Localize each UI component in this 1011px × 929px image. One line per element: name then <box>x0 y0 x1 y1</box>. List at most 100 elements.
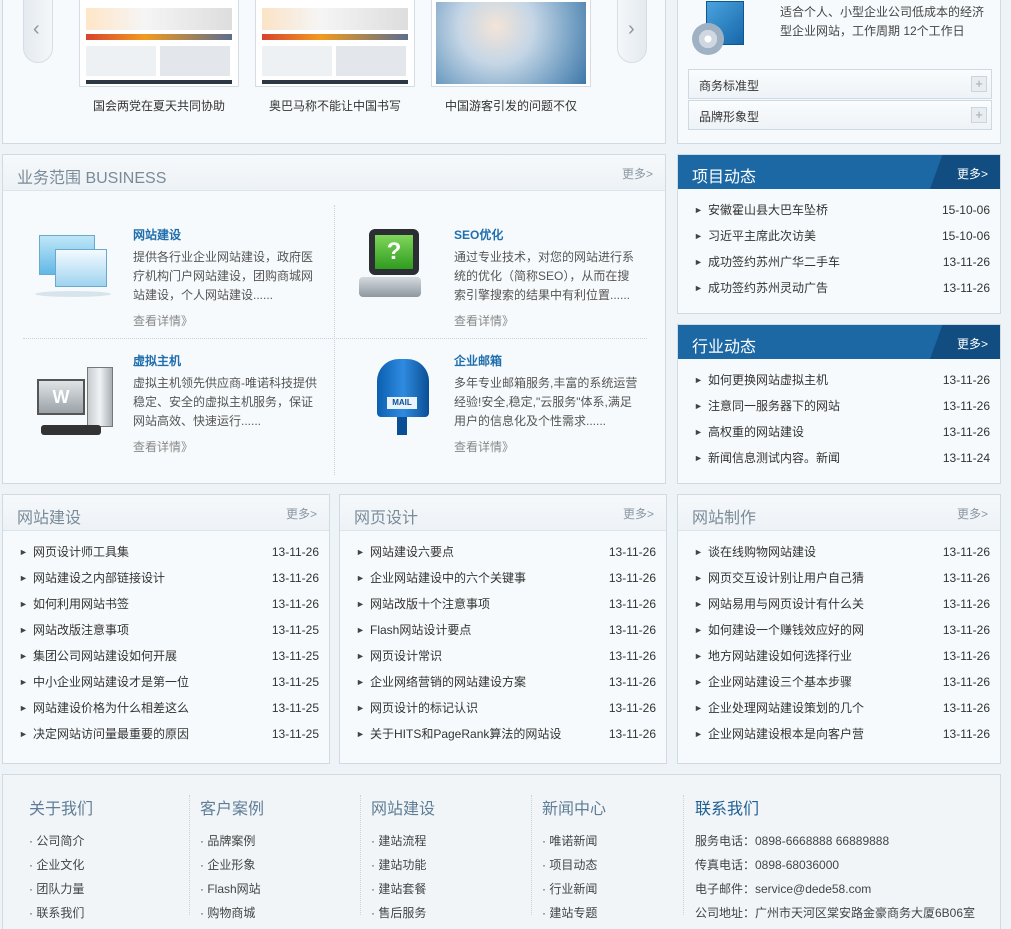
service-more-email[interactable]: 查看详情》 <box>454 438 514 455</box>
footer-link[interactable]: · 建站功能 <box>371 853 435 877</box>
article-link[interactable]: 决定网站访问量最重要的原因 <box>33 721 189 747</box>
gallery-thumb-3[interactable] <box>431 0 591 87</box>
article-link[interactable]: 关于HITS和PageRank算法的网站设 <box>370 721 561 747</box>
article-link[interactable]: 企业网络营销的网站建设方案 <box>370 669 526 695</box>
article-link[interactable]: 网站改版注意事项 <box>33 617 129 643</box>
footer-link[interactable]: · 建站套餐 <box>371 877 435 901</box>
news-link[interactable]: 新闻信息测试内容。新闻 <box>708 445 840 471</box>
list-item: ► 注意同一服务器下的网站 13-11-26 <box>678 393 1000 419</box>
article-link[interactable]: 企业网站建设三个基本步骤 <box>708 669 852 695</box>
article-link[interactable]: 谈在线购物网站建设 <box>708 539 816 565</box>
web-design-more-link[interactable]: 更多> <box>623 505 654 522</box>
contact-email[interactable]: 电子邮件：service@dede58.com <box>695 877 975 901</box>
news-link[interactable]: 成功签约苏州广华二手车 <box>708 249 840 275</box>
article-link[interactable]: 网站易用与网页设计有什么关 <box>708 591 864 617</box>
option-row-brand[interactable]: 品牌形象型 + <box>688 100 992 130</box>
prev-arrow-button[interactable]: ‹ <box>23 0 53 63</box>
article-link[interactable]: 网页设计常识 <box>370 643 442 669</box>
footer-link[interactable]: · 项目动态 <box>542 853 606 877</box>
website-build-more-link[interactable]: 更多> <box>286 505 317 522</box>
next-arrow-button[interactable]: › <box>617 0 647 63</box>
article-date: 13-11-26 <box>608 701 656 715</box>
article-link[interactable]: 网站改版十个注意事项 <box>370 591 490 617</box>
footer-link[interactable]: · 企业形象 <box>200 853 264 877</box>
gallery-caption-2[interactable]: 奥巴马称不能让中国书写 <box>250 97 420 114</box>
footer-link[interactable]: · Flash网站 <box>200 877 264 901</box>
news-link[interactable]: 成功签约苏州灵动广告 <box>708 275 828 301</box>
article-link[interactable]: 企业网站建设中的六个关键事 <box>370 565 526 591</box>
list-item: ► 网页设计师工具集 13-11-26 <box>3 539 329 565</box>
bullet-arrow-icon: ► <box>19 573 28 583</box>
news-link[interactable]: 如何更换网站虚拟主机 <box>708 367 828 393</box>
footer-link[interactable]: · 品牌案例 <box>200 829 264 853</box>
article-link[interactable]: 地方网站建设如何选择行业 <box>708 643 852 669</box>
article-date: 13-11-25 <box>271 649 319 663</box>
article-link[interactable]: 如何建设一个赚钱效应好的网 <box>708 617 864 643</box>
list-item: ► Flash网站设计要点 13-11-26 <box>340 617 666 643</box>
bullet-arrow-icon: ► <box>694 375 703 385</box>
bullet-arrow-icon: ► <box>356 703 365 713</box>
footer-link[interactable]: · 行业新闻 <box>542 877 606 901</box>
list-item: ► 谈在线购物网站建设 13-11-26 <box>678 539 1000 565</box>
article-link[interactable]: 企业网站建设根本是向客户营 <box>708 721 864 747</box>
footer-col-cases: 客户案例 · 品牌案例 · 企业形象 · Flash网站 · 购物商城 <box>200 795 264 925</box>
article-link[interactable]: 网页设计的标记认识 <box>370 695 478 721</box>
article-link[interactable]: 网站建设六要点 <box>370 539 454 565</box>
news-date: 15-10-06 <box>941 229 990 243</box>
footer-link[interactable]: · 建站专题 <box>542 901 606 925</box>
footer-link[interactable]: · 唯诺新闻 <box>542 829 606 853</box>
footer-link[interactable]: · 售后服务 <box>371 901 435 925</box>
article-date: 13-11-25 <box>271 675 319 689</box>
website-build-panel: 网站建设 更多> ► 网页设计师工具集 13-11-26 ► 网站建设之内部链接设计 1… <box>2 494 330 764</box>
project-news-more-link[interactable]: 更多> <box>957 165 988 182</box>
gallery-thumb-2[interactable] <box>255 0 415 87</box>
gallery-thumb-1[interactable] <box>79 0 239 87</box>
service-title-email[interactable]: 企业邮箱 <box>454 352 502 369</box>
service-title-seo[interactable]: SEO优化 <box>454 226 503 243</box>
service-more-website[interactable]: 查看详情》 <box>133 312 193 329</box>
article-link[interactable]: 集团公司网站建设如何开展 <box>33 643 177 669</box>
footer-link[interactable]: · 建站流程 <box>371 829 435 853</box>
bullet-arrow-icon: ► <box>694 205 703 215</box>
footer-divider <box>360 795 361 915</box>
news-link[interactable]: 注意同一服务器下的网站 <box>708 393 840 419</box>
article-link[interactable]: 网页交互设计别让用户自己猜 <box>708 565 864 591</box>
business-more-link[interactable]: 更多> <box>622 165 653 182</box>
plus-icon[interactable]: + <box>971 107 987 123</box>
option-row-business[interactable]: 商务标准型 + <box>688 69 992 99</box>
mailbox-icon: MAIL <box>373 359 433 435</box>
service-title-hosting[interactable]: 虚拟主机 <box>133 352 181 369</box>
list-item: ► 中小企业网站建设才是第一位 13-11-25 <box>3 669 329 695</box>
project-news-header: 项目动态 更多> <box>678 155 1000 189</box>
footer-link[interactable]: · 团队力量 <box>29 877 93 901</box>
plus-icon[interactable]: + <box>971 76 987 92</box>
article-link[interactable]: 中小企业网站建设才是第一位 <box>33 669 189 695</box>
option-label: 品牌形象型 <box>699 110 760 124</box>
chevron-left-icon: ‹ <box>33 18 40 40</box>
bullet-arrow-icon: ► <box>694 573 703 583</box>
footer-link[interactable]: · 购物商城 <box>200 901 264 925</box>
article-link[interactable]: 企业处理网站建设策划的几个 <box>708 695 864 721</box>
industry-news-panel: 行业动态 更多> ► 如何更换网站虚拟主机 13-11-26 ► 注意同一服务器下的网… <box>677 324 1001 484</box>
footer-link[interactable]: · 公司简介 <box>29 829 93 853</box>
article-link[interactable]: 网站建设价格为什么相差这么 <box>33 695 189 721</box>
service-title-website[interactable]: 网站建设 <box>133 226 181 243</box>
news-link[interactable]: 安徽霍山县大巴车坠桥 <box>708 197 828 223</box>
business-header: 业务范围 BUSINESS 更多> <box>3 155 665 191</box>
footer-link[interactable]: · 企业文化 <box>29 853 93 877</box>
service-more-seo[interactable]: 查看详情》 <box>454 312 514 329</box>
gallery-caption-3[interactable]: 中国游客引发的问题不仅 <box>426 97 596 114</box>
industry-news-more-link[interactable]: 更多> <box>957 335 988 352</box>
service-more-hosting[interactable]: 查看详情》 <box>133 438 193 455</box>
article-link[interactable]: Flash网站设计要点 <box>370 617 471 643</box>
bullet-arrow-icon: ► <box>694 599 703 609</box>
article-link[interactable]: 网页设计师工具集 <box>33 539 129 565</box>
web-production-more-link[interactable]: 更多> <box>957 505 988 522</box>
news-link[interactable]: 高权重的网站建设 <box>708 419 804 445</box>
news-link[interactable]: 习近平主席此次访美 <box>708 223 816 249</box>
gallery-panel: ‹ › 国会两党在夏天共同协助 奥巴马称不能让中国书写 中国游客引发的问题不仅 <box>2 0 666 144</box>
article-link[interactable]: 网站建设之内部链接设计 <box>33 565 165 591</box>
gallery-caption-1[interactable]: 国会两党在夏天共同协助 <box>74 97 244 114</box>
article-link[interactable]: 如何利用网站书签 <box>33 591 129 617</box>
footer-link[interactable]: · 联系我们 <box>29 901 93 925</box>
